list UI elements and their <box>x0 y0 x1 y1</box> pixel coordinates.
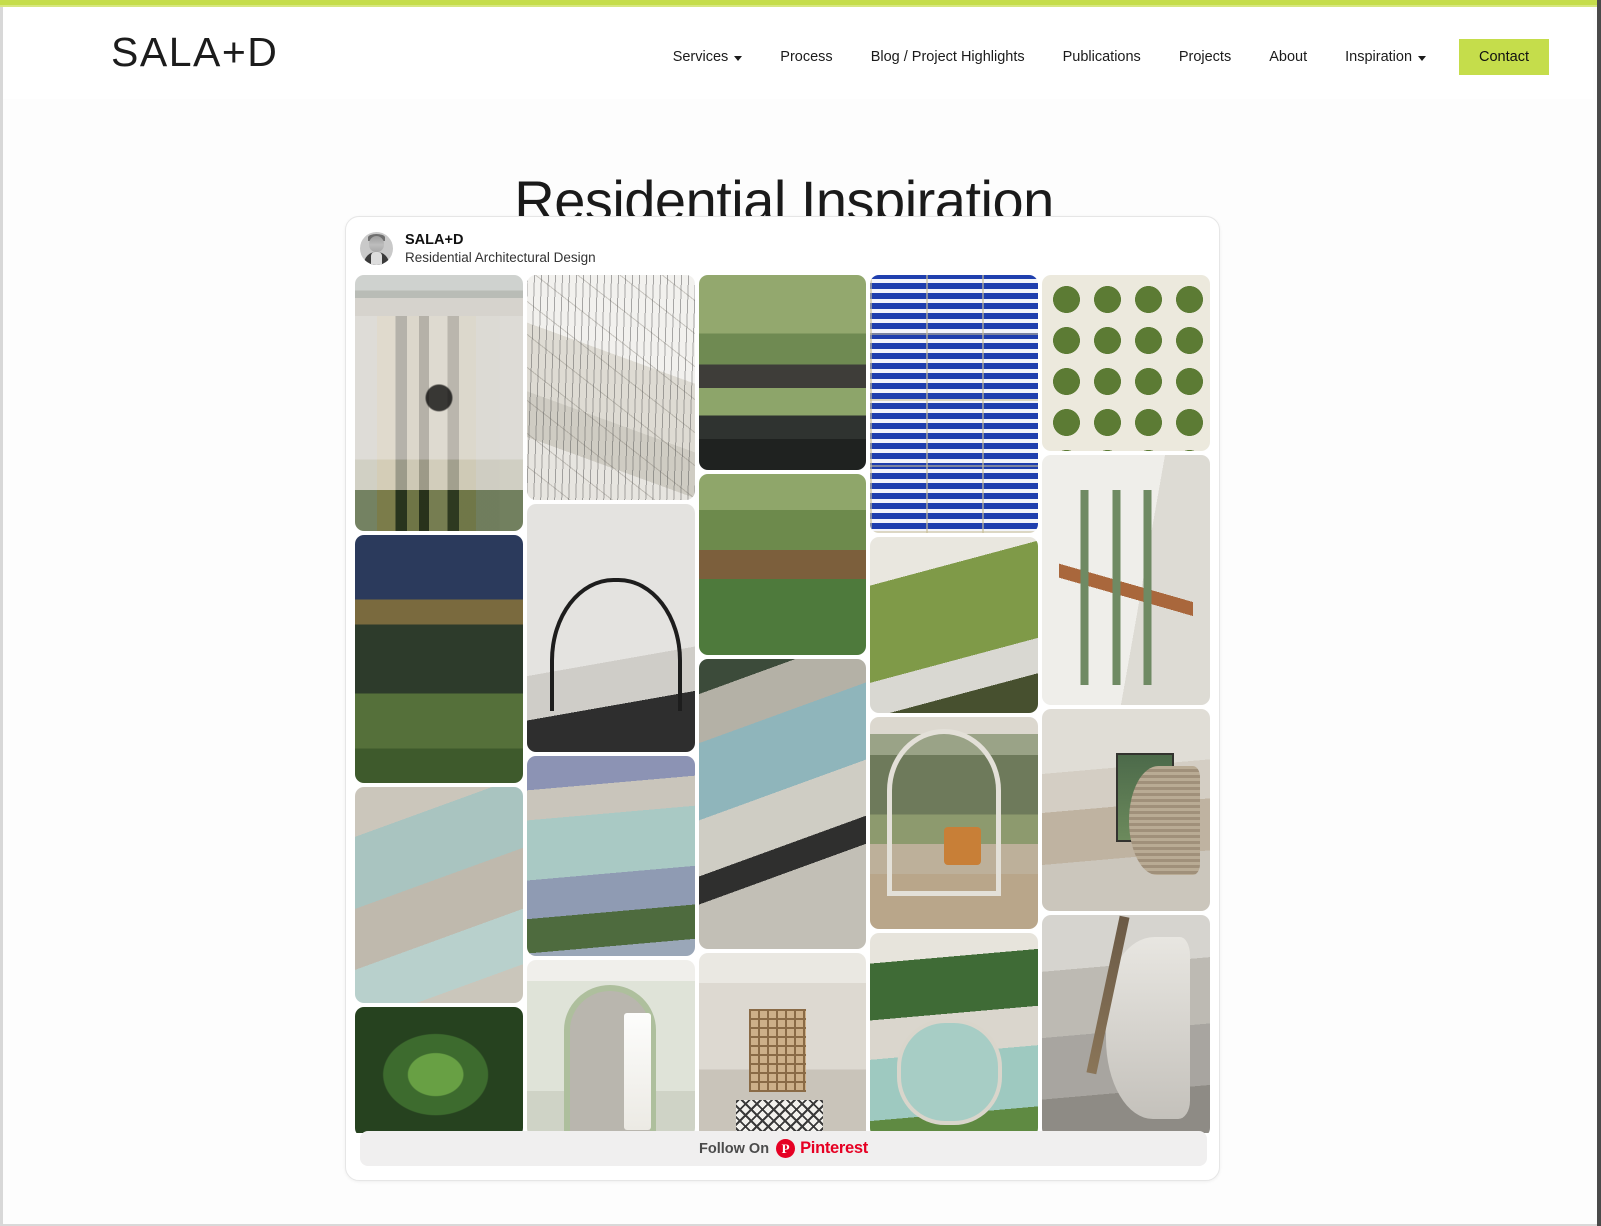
avatar-head <box>369 235 384 252</box>
pinterest-widget-header: SALA+D Residential Architectural Design <box>346 217 1219 275</box>
pin-item[interactable] <box>526 960 695 1133</box>
pinterest-wordmark: Pinterest <box>800 1139 868 1157</box>
chevron-down-icon <box>1418 55 1427 61</box>
pin-item[interactable] <box>526 275 695 500</box>
pinterest-logo-icon: P <box>776 1139 796 1158</box>
pin-item[interactable] <box>698 474 867 655</box>
main-navigation: Services Process Blog / Project Highlights… <box>654 37 1549 77</box>
pin-item[interactable] <box>355 787 523 1003</box>
avatar-shirt <box>371 251 382 265</box>
pinterest-account-name[interactable]: SALA+D <box>405 232 596 248</box>
chevron-down-icon <box>734 55 743 61</box>
pinterest-account-tagline: Residential Architectural Design <box>405 249 596 265</box>
site-logo[interactable]: SALA+D <box>111 29 278 76</box>
nav-item-about[interactable]: About <box>1250 37 1326 77</box>
pin-item[interactable] <box>1042 709 1210 911</box>
nav-item-label: About <box>1269 49 1308 65</box>
nav-item-process[interactable]: Process <box>761 37 851 77</box>
pin-item[interactable] <box>698 275 867 470</box>
nav-item-inspiration[interactable]: Inspiration <box>1326 37 1445 77</box>
pinterest-account-info: SALA+D Residential Architectural Design <box>405 232 596 265</box>
avatar[interactable] <box>360 231 393 265</box>
pin-item[interactable] <box>870 933 1039 1133</box>
pin-item[interactable] <box>526 756 695 956</box>
pin-column-3 <box>698 275 867 1133</box>
browser-scrollbar[interactable] <box>1597 0 1601 1226</box>
pin-item[interactable] <box>870 717 1039 929</box>
nav-item-label: Projects <box>1178 49 1232 65</box>
nav-item-label: Process <box>780 49 833 65</box>
pin-item[interactable] <box>1042 915 1210 1133</box>
pin-item[interactable] <box>698 659 867 949</box>
follow-label: Follow On <box>699 1140 770 1157</box>
pin-column-4 <box>870 275 1039 1133</box>
contact-button[interactable]: Contact <box>1459 39 1549 75</box>
pinterest-pin-grid <box>346 275 1219 1133</box>
nav-item-publications[interactable]: Publications <box>1044 37 1160 77</box>
nav-item-services[interactable]: Services <box>654 37 762 77</box>
pin-item[interactable] <box>355 535 523 783</box>
pin-item[interactable] <box>355 275 523 531</box>
pin-item[interactable] <box>355 1007 523 1133</box>
follow-on-pinterest-button[interactable]: Follow On P Pinterest <box>360 1131 1207 1166</box>
pin-item[interactable] <box>698 953 867 1133</box>
pinterest-brand: P Pinterest <box>776 1139 868 1158</box>
nav-item-projects[interactable]: Projects <box>1160 37 1250 77</box>
pin-item[interactable] <box>526 504 695 752</box>
pin-column-2 <box>526 275 695 1133</box>
pin-column-5 <box>1042 275 1210 1133</box>
pin-item[interactable] <box>870 537 1039 713</box>
nav-item-label: Publications <box>1062 49 1141 65</box>
nav-item-label: Inspiration <box>1345 49 1413 65</box>
nav-item-blog-project-highlights[interactable]: Blog / Project Highlights <box>852 37 1044 77</box>
site-header: SALA+D Services Process Blog / Project Hig… <box>3 7 1593 99</box>
pin-item[interactable] <box>1042 455 1210 705</box>
nav-item-label: Services <box>672 49 729 65</box>
nav-item-label: Blog / Project Highlights <box>870 49 1025 65</box>
pin-item[interactable] <box>1042 275 1210 451</box>
pinterest-widget: SALA+D Residential Architectural Design … <box>345 216 1220 1181</box>
pin-column-1 <box>355 275 523 1133</box>
pin-item[interactable] <box>870 275 1039 533</box>
